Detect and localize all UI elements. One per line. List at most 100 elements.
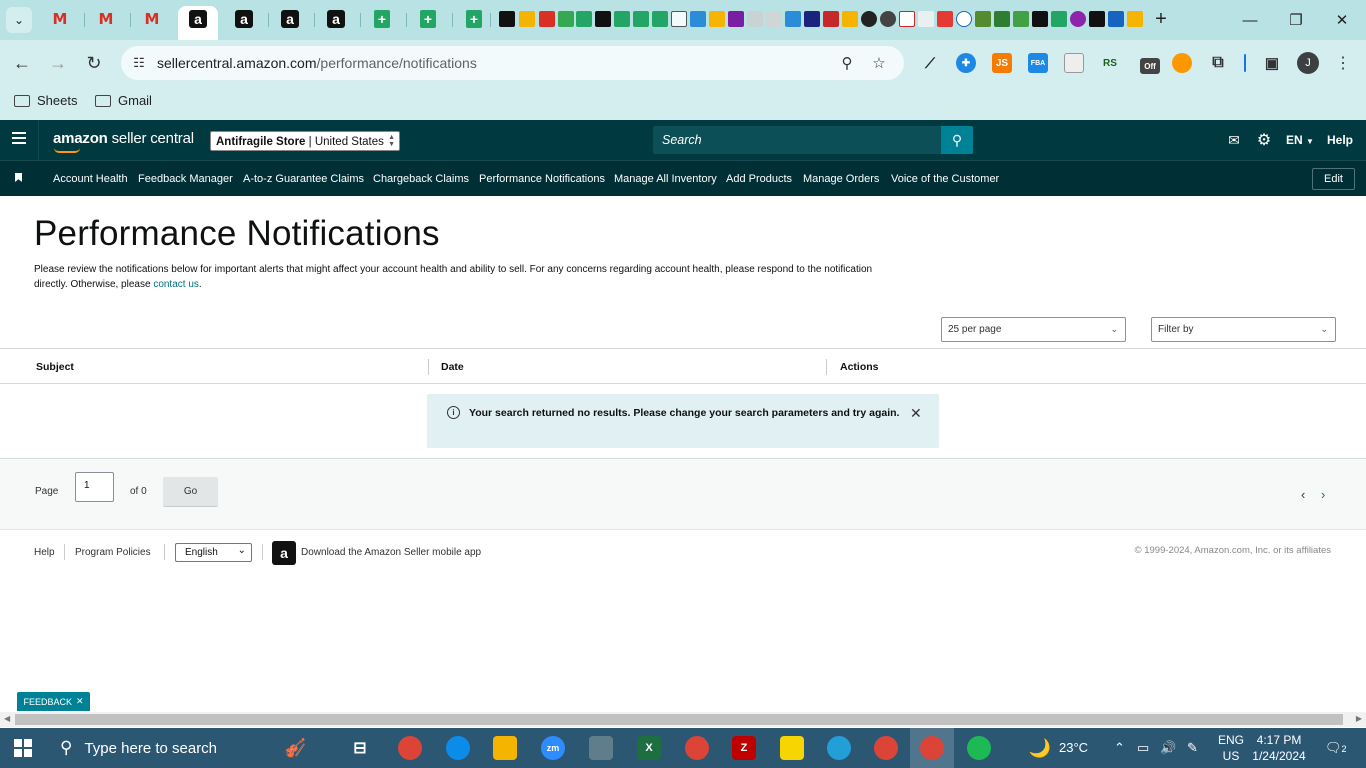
tab-favicon[interactable] — [804, 11, 820, 27]
footer-language-select[interactable]: English ⌄ — [175, 543, 252, 562]
search-highlight-icon[interactable]: 🎻 — [262, 736, 328, 760]
input-language[interactable]: ENG US — [1218, 732, 1244, 764]
tab-favicon[interactable] — [519, 11, 535, 27]
zoom-app-icon[interactable]: zm — [541, 736, 565, 760]
url-text[interactable]: sellercentral.amazon.com/performance/not… — [157, 55, 477, 71]
language-selector[interactable]: EN ▼ — [1286, 133, 1314, 147]
search-input[interactable]: Search — [653, 126, 941, 154]
tab-search-button[interactable]: ⌄ — [6, 7, 32, 33]
reload-icon[interactable]: ↻ — [83, 52, 105, 74]
column-actions[interactable]: Actions — [840, 361, 879, 373]
restore-icon[interactable]: ❐ — [1284, 8, 1308, 32]
store-selector[interactable]: Antifragile Store | United States ▲ ▼ — [210, 131, 400, 151]
tray-expand-icon[interactable]: ⌃ — [1114, 740, 1125, 756]
edge-icon[interactable] — [446, 736, 470, 760]
bookmark-star-icon[interactable]: ☆ — [869, 53, 889, 73]
extension-fba-icon[interactable]: FBA — [1028, 53, 1048, 73]
contact-us-link[interactable]: contact us — [153, 279, 199, 290]
column-date[interactable]: Date — [441, 361, 464, 373]
previous-page-icon[interactable]: ‹ — [1301, 487, 1305, 502]
site-info-icon[interactable]: ☷ — [129, 53, 149, 73]
tab-favicon[interactable] — [766, 11, 782, 27]
close-window-icon[interactable]: ✕ — [1330, 8, 1354, 32]
tab-favicon[interactable] — [899, 11, 915, 27]
forward-icon[interactable]: → — [47, 52, 69, 74]
chrome-active-icon[interactable] — [920, 736, 944, 760]
extension-icon[interactable] — [1064, 53, 1084, 73]
tab-amazon-3[interactable]: a — [281, 10, 299, 28]
nav-a-to-z-claims[interactable]: A-to-z Guarantee Claims — [243, 173, 364, 185]
download-app-link[interactable]: Download the Amazon Seller mobile app — [301, 547, 481, 558]
tab-favicon[interactable] — [709, 11, 725, 27]
amazon-app-icon[interactable]: a — [272, 541, 296, 565]
page-number-input[interactable]: 1 — [75, 472, 114, 502]
zoom-icon[interactable]: ⚲ — [837, 53, 857, 73]
tab-favicon[interactable] — [861, 11, 877, 27]
scrollbar-thumb[interactable] — [15, 714, 1343, 725]
tab-favicon[interactable] — [499, 11, 515, 27]
tab-gmail-2[interactable]: M — [95, 8, 117, 30]
spotify-icon[interactable] — [967, 736, 991, 760]
chrome-profile-icon[interactable] — [874, 736, 898, 760]
filter-select[interactable]: Filter by ⌄ — [1151, 317, 1336, 342]
tab-favicon[interactable] — [994, 11, 1010, 27]
tab-favicon[interactable] — [937, 11, 953, 27]
tab-favicon[interactable] — [652, 11, 668, 27]
nav-account-health[interactable]: Account Health — [53, 173, 128, 185]
tab-gmail-1[interactable]: M — [49, 8, 71, 30]
taskbar-clock[interactable]: 4:17 PM 1/24/2024 — [1249, 732, 1309, 764]
extensions-puzzle-icon[interactable]: ⧉ — [1208, 53, 1228, 73]
horizontal-scrollbar[interactable]: ◀ ▶ — [0, 712, 1366, 727]
back-icon[interactable]: ← — [11, 52, 33, 74]
tab-favicon[interactable] — [1089, 11, 1105, 27]
footer-help-link[interactable]: Help — [34, 547, 55, 558]
tab-favicon[interactable] — [918, 11, 934, 27]
tab-favicon[interactable] — [1127, 11, 1143, 27]
tab-favicon[interactable] — [1070, 11, 1086, 27]
go-button[interactable]: Go — [163, 477, 218, 507]
tab-gmail-3[interactable]: M — [141, 8, 163, 30]
amazon-seller-central-logo[interactable]: amazon seller central — [53, 130, 194, 147]
chrome-profile-icon[interactable] — [685, 736, 709, 760]
filezilla-icon[interactable]: Z — [732, 736, 756, 760]
pen-icon[interactable]: ✎ — [1187, 740, 1198, 756]
program-policies-link[interactable]: Program Policies — [75, 547, 151, 558]
extension-icon[interactable]: ✚ — [956, 53, 976, 73]
sticky-notes-icon[interactable] — [780, 736, 804, 760]
excel-icon[interactable]: X — [637, 736, 661, 760]
bookmark-icon[interactable] — [15, 173, 22, 182]
windows-start-icon[interactable] — [14, 739, 32, 757]
telegram-icon[interactable] — [827, 736, 851, 760]
nav-manage-all-inventory[interactable]: Manage All Inventory — [614, 173, 717, 185]
tab-favicon[interactable] — [823, 11, 839, 27]
extension-arrow-icon[interactable]: ⟋ — [920, 53, 940, 73]
nav-add-products[interactable]: Add Products — [726, 173, 792, 185]
search-button[interactable]: ⚲ — [941, 126, 973, 154]
tab-amazon-4[interactable]: a — [327, 10, 345, 28]
tab-sheets-1[interactable]: + — [374, 10, 390, 28]
extension-off-badge[interactable]: Off — [1140, 58, 1160, 74]
weather-icon[interactable]: 🌙 — [1028, 736, 1052, 760]
side-panel-icon[interactable]: ▣ — [1262, 53, 1282, 73]
nav-voice-of-the-customer[interactable]: Voice of the Customer — [891, 173, 999, 185]
close-icon[interactable]: ✕ — [910, 405, 922, 422]
tab-favicon[interactable] — [975, 11, 991, 27]
tab-favicon[interactable] — [633, 11, 649, 27]
task-view-icon[interactable]: ⊟ — [348, 736, 372, 760]
tab-favicon[interactable] — [1013, 11, 1029, 27]
weather-temperature[interactable]: 23°C — [1059, 740, 1088, 755]
nav-manage-orders[interactable]: Manage Orders — [803, 173, 879, 185]
profile-avatar[interactable]: J — [1297, 52, 1319, 74]
tab-favicon[interactable] — [785, 11, 801, 27]
volume-icon[interactable]: 🔊 — [1160, 740, 1176, 756]
calculator-icon[interactable] — [589, 736, 613, 760]
tab-favicon[interactable] — [595, 11, 611, 27]
file-explorer-icon[interactable] — [493, 736, 517, 760]
scroll-right-icon[interactable]: ▶ — [1356, 714, 1362, 723]
close-icon[interactable]: ✕ — [76, 696, 84, 707]
tab-amazon-active[interactable]: a — [189, 10, 207, 28]
tab-favicon[interactable] — [1051, 11, 1067, 27]
gear-icon[interactable]: ⚙ — [1255, 131, 1273, 149]
minimize-icon[interactable]: — — [1238, 8, 1262, 32]
tab-sheets-3[interactable]: + — [466, 10, 482, 28]
